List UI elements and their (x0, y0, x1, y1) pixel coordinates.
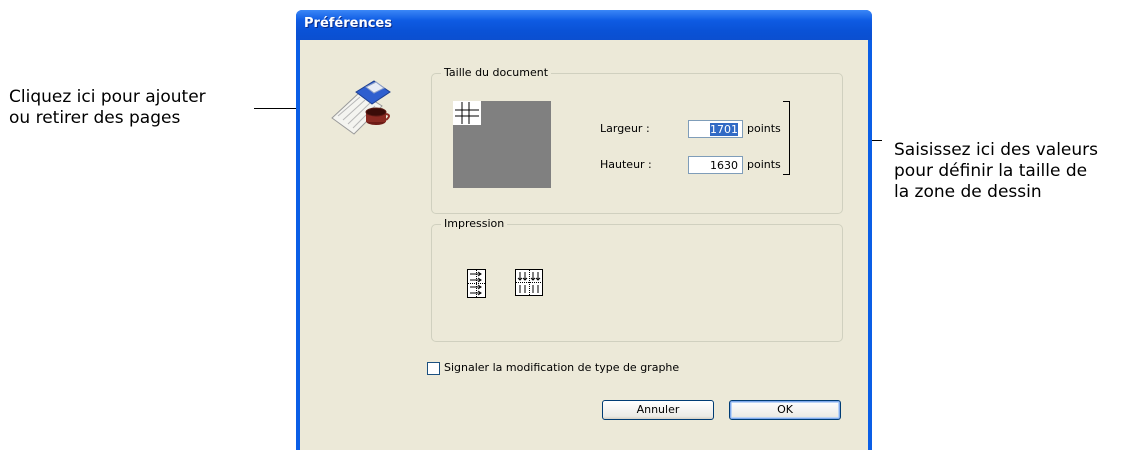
printing-group: Impression (431, 217, 843, 342)
document-size-group: Taille du document Largeur : 1701 points… (431, 66, 843, 214)
document-size-legend: Taille du document (441, 66, 552, 80)
printing-legend: Impression (441, 217, 508, 231)
callout-right-line1: Saisissez ici des valeurs (894, 140, 1098, 160)
height-label: Hauteur : (600, 158, 652, 171)
print-across-icon[interactable] (467, 269, 486, 298)
cancel-button[interactable]: Annuler (602, 400, 714, 420)
title-bar[interactable]: Préférences (296, 10, 872, 40)
height-input[interactable]: 1630 (688, 156, 743, 174)
callout-left-line2: ou retirer des pages (9, 108, 181, 128)
page-grid-icon[interactable] (453, 101, 481, 125)
width-input[interactable]: 1701 (688, 120, 743, 138)
preferences-app-icon (331, 80, 391, 135)
callout-add-pages: Cliquez ici pour ajouter ou retirer des … (9, 87, 206, 129)
graph-type-checkbox-label[interactable]: Signaler la modification de type de grap… (444, 361, 679, 375)
callout-document-size: Saisissez ici des valeurs pour définir l… (894, 140, 1098, 203)
print-down-icon[interactable] (515, 269, 543, 296)
dialog-body: Taille du document Largeur : 1701 points… (300, 40, 868, 450)
ok-button[interactable]: OK (729, 400, 841, 420)
window-title: Préférences (304, 16, 392, 31)
height-value: 1630 (710, 159, 738, 172)
preferences-dialog: Préférences Taille du document Largeur:… (296, 10, 872, 450)
callout-right-line2: pour définir la taille de (894, 161, 1088, 181)
width-label: Largeur : (600, 122, 650, 135)
graph-type-checkbox[interactable] (427, 362, 440, 375)
callout-left-line1: Cliquez ici pour ajouter (9, 87, 206, 107)
width-value: 1701 (710, 123, 738, 136)
callout-right-line3: la zone de dessin (894, 182, 1042, 202)
height-unit: points (747, 158, 781, 171)
width-unit: points (747, 122, 781, 135)
size-bracket (783, 101, 790, 175)
